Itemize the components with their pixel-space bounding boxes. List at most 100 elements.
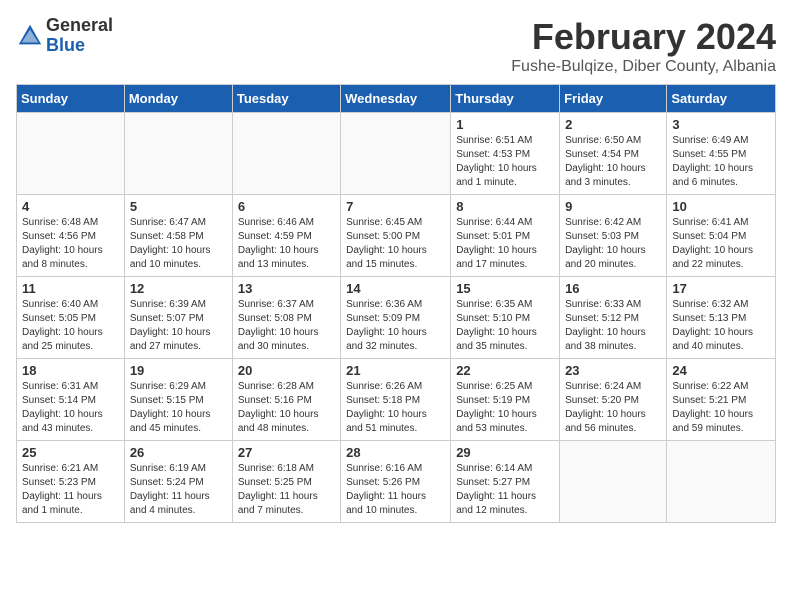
day-number: 5 (130, 199, 227, 214)
day-info: Sunrise: 6:19 AM Sunset: 5:24 PM Dayligh… (130, 462, 227, 518)
day-info: Sunrise: 6:18 AM Sunset: 5:25 PM Dayligh… (238, 462, 335, 518)
calendar-cell: 27 Sunrise: 6:18 AM Sunset: 5:25 PM Dayli… (232, 441, 340, 523)
day-number: 21 (346, 363, 445, 378)
day-info: Sunrise: 6:21 AM Sunset: 5:23 PM Dayligh… (22, 462, 119, 518)
day-number: 28 (346, 445, 445, 460)
day-info: Sunrise: 6:44 AM Sunset: 5:01 PM Dayligh… (456, 216, 554, 272)
month-title: February 2024 (511, 16, 776, 58)
day-info: Sunrise: 6:48 AM Sunset: 4:56 PM Dayligh… (22, 216, 119, 272)
day-number: 13 (238, 281, 335, 296)
day-info: Sunrise: 6:32 AM Sunset: 5:13 PM Dayligh… (672, 298, 770, 354)
day-info: Sunrise: 6:33 AM Sunset: 5:12 PM Dayligh… (565, 298, 661, 354)
calendar-cell: 17 Sunrise: 6:32 AM Sunset: 5:13 PM Dayli… (667, 277, 776, 359)
calendar-cell (17, 113, 125, 195)
day-number: 25 (22, 445, 119, 460)
calendar-cell: 25 Sunrise: 6:21 AM Sunset: 5:23 PM Dayli… (17, 441, 125, 523)
calendar-week-1: 1 Sunrise: 6:51 AM Sunset: 4:53 PM Daylig… (17, 113, 776, 195)
calendar-cell: 7 Sunrise: 6:45 AM Sunset: 5:00 PM Daylig… (341, 195, 451, 277)
day-info: Sunrise: 6:45 AM Sunset: 5:00 PM Dayligh… (346, 216, 445, 272)
day-info: Sunrise: 6:35 AM Sunset: 5:10 PM Dayligh… (456, 298, 554, 354)
calendar-cell: 1 Sunrise: 6:51 AM Sunset: 4:53 PM Daylig… (451, 113, 560, 195)
calendar-cell: 5 Sunrise: 6:47 AM Sunset: 4:58 PM Daylig… (124, 195, 232, 277)
day-info: Sunrise: 6:26 AM Sunset: 5:18 PM Dayligh… (346, 380, 445, 436)
day-number: 14 (346, 281, 445, 296)
day-number: 7 (346, 199, 445, 214)
day-number: 24 (672, 363, 770, 378)
calendar-cell: 29 Sunrise: 6:14 AM Sunset: 5:27 PM Dayli… (451, 441, 560, 523)
day-number: 17 (672, 281, 770, 296)
calendar-cell: 28 Sunrise: 6:16 AM Sunset: 5:26 PM Dayli… (341, 441, 451, 523)
calendar-cell: 10Sunrise: 6:41 AM Sunset: 5:04 PM Dayli… (667, 195, 776, 277)
calendar-cell: 26 Sunrise: 6:19 AM Sunset: 5:24 PM Dayli… (124, 441, 232, 523)
day-info: Sunrise: 6:37 AM Sunset: 5:08 PM Dayligh… (238, 298, 335, 354)
day-info: Sunrise: 6:29 AM Sunset: 5:15 PM Dayligh… (130, 380, 227, 436)
day-number: 18 (22, 363, 119, 378)
col-sunday: Sunday (17, 85, 125, 113)
day-number: 20 (238, 363, 335, 378)
calendar-cell: 3 Sunrise: 6:49 AM Sunset: 4:55 PM Daylig… (667, 113, 776, 195)
calendar-cell: 23Sunrise: 6:24 AM Sunset: 5:20 PM Dayli… (560, 359, 667, 441)
calendar-week-2: 4 Sunrise: 6:48 AM Sunset: 4:56 PM Daylig… (17, 195, 776, 277)
day-info: Sunrise: 6:28 AM Sunset: 5:16 PM Dayligh… (238, 380, 335, 436)
day-info: Sunrise: 6:40 AM Sunset: 5:05 PM Dayligh… (22, 298, 119, 354)
title-area: February 2024 Fushe-Bulqize, Diber Count… (511, 16, 776, 76)
calendar-body: 1 Sunrise: 6:51 AM Sunset: 4:53 PM Daylig… (17, 113, 776, 523)
calendar-table: Sunday Monday Tuesday Wednesday Thursday… (16, 84, 776, 523)
day-info: Sunrise: 6:42 AM Sunset: 5:03 PM Dayligh… (565, 216, 661, 272)
day-number: 11 (22, 281, 119, 296)
day-number: 10 (672, 199, 770, 214)
day-number: 3 (672, 117, 770, 132)
day-number: 26 (130, 445, 227, 460)
calendar-week-4: 18 Sunrise: 6:31 AM Sunset: 5:14 PM Dayli… (17, 359, 776, 441)
day-number: 1 (456, 117, 554, 132)
calendar-cell: 19 Sunrise: 6:29 AM Sunset: 5:15 PM Dayli… (124, 359, 232, 441)
calendar-week-3: 11 Sunrise: 6:40 AM Sunset: 5:05 PM Dayli… (17, 277, 776, 359)
logo-icon (16, 22, 44, 50)
day-number: 4 (22, 199, 119, 214)
col-monday: Monday (124, 85, 232, 113)
day-number: 15 (456, 281, 554, 296)
day-info: Sunrise: 6:50 AM Sunset: 4:54 PM Dayligh… (565, 134, 661, 190)
logo-general-text: General (46, 16, 113, 36)
calendar-cell: 2Sunrise: 6:50 AM Sunset: 4:54 PM Daylig… (560, 113, 667, 195)
calendar-cell: 12Sunrise: 6:39 AM Sunset: 5:07 PM Dayli… (124, 277, 232, 359)
calendar-cell: 8Sunrise: 6:44 AM Sunset: 5:01 PM Daylig… (451, 195, 560, 277)
col-friday: Friday (560, 85, 667, 113)
calendar-cell: 9 Sunrise: 6:42 AM Sunset: 5:03 PM Daylig… (560, 195, 667, 277)
day-info: Sunrise: 6:31 AM Sunset: 5:14 PM Dayligh… (22, 380, 119, 436)
calendar-cell: 18 Sunrise: 6:31 AM Sunset: 5:14 PM Dayli… (17, 359, 125, 441)
calendar-cell: 4 Sunrise: 6:48 AM Sunset: 4:56 PM Daylig… (17, 195, 125, 277)
calendar-cell: 11 Sunrise: 6:40 AM Sunset: 5:05 PM Dayli… (17, 277, 125, 359)
calendar-cell: 6Sunrise: 6:46 AM Sunset: 4:59 PM Daylig… (232, 195, 340, 277)
col-wednesday: Wednesday (341, 85, 451, 113)
page-header: General Blue February 2024 Fushe-Bulqize… (16, 16, 776, 76)
day-info: Sunrise: 6:16 AM Sunset: 5:26 PM Dayligh… (346, 462, 445, 518)
calendar-cell: 22Sunrise: 6:25 AM Sunset: 5:19 PM Dayli… (451, 359, 560, 441)
day-info: Sunrise: 6:24 AM Sunset: 5:20 PM Dayligh… (565, 380, 661, 436)
day-number: 19 (130, 363, 227, 378)
day-number: 29 (456, 445, 554, 460)
day-info: Sunrise: 6:47 AM Sunset: 4:58 PM Dayligh… (130, 216, 227, 272)
calendar-week-5: 25 Sunrise: 6:21 AM Sunset: 5:23 PM Dayli… (17, 441, 776, 523)
calendar-cell: 21 Sunrise: 6:26 AM Sunset: 5:18 PM Dayli… (341, 359, 451, 441)
calendar-cell (341, 113, 451, 195)
day-info: Sunrise: 6:49 AM Sunset: 4:55 PM Dayligh… (672, 134, 770, 190)
day-info: Sunrise: 6:46 AM Sunset: 4:59 PM Dayligh… (238, 216, 335, 272)
logo-text: General Blue (46, 16, 113, 56)
day-info: Sunrise: 6:36 AM Sunset: 5:09 PM Dayligh… (346, 298, 445, 354)
calendar-cell: 16 Sunrise: 6:33 AM Sunset: 5:12 PM Dayli… (560, 277, 667, 359)
calendar-cell: 20 Sunrise: 6:28 AM Sunset: 5:16 PM Dayli… (232, 359, 340, 441)
calendar-cell: 14 Sunrise: 6:36 AM Sunset: 5:09 PM Dayli… (341, 277, 451, 359)
day-number: 22 (456, 363, 554, 378)
calendar-cell (560, 441, 667, 523)
calendar-cell: 24 Sunrise: 6:22 AM Sunset: 5:21 PM Dayli… (667, 359, 776, 441)
day-info: Sunrise: 6:22 AM Sunset: 5:21 PM Dayligh… (672, 380, 770, 436)
col-tuesday: Tuesday (232, 85, 340, 113)
day-number: 16 (565, 281, 661, 296)
calendar-header: Sunday Monday Tuesday Wednesday Thursday… (17, 85, 776, 113)
day-number: 9 (565, 199, 661, 214)
day-number: 27 (238, 445, 335, 460)
day-info: Sunrise: 6:14 AM Sunset: 5:27 PM Dayligh… (456, 462, 554, 518)
logo-blue-text: Blue (46, 36, 113, 56)
day-info: Sunrise: 6:51 AM Sunset: 4:53 PM Dayligh… (456, 134, 554, 190)
